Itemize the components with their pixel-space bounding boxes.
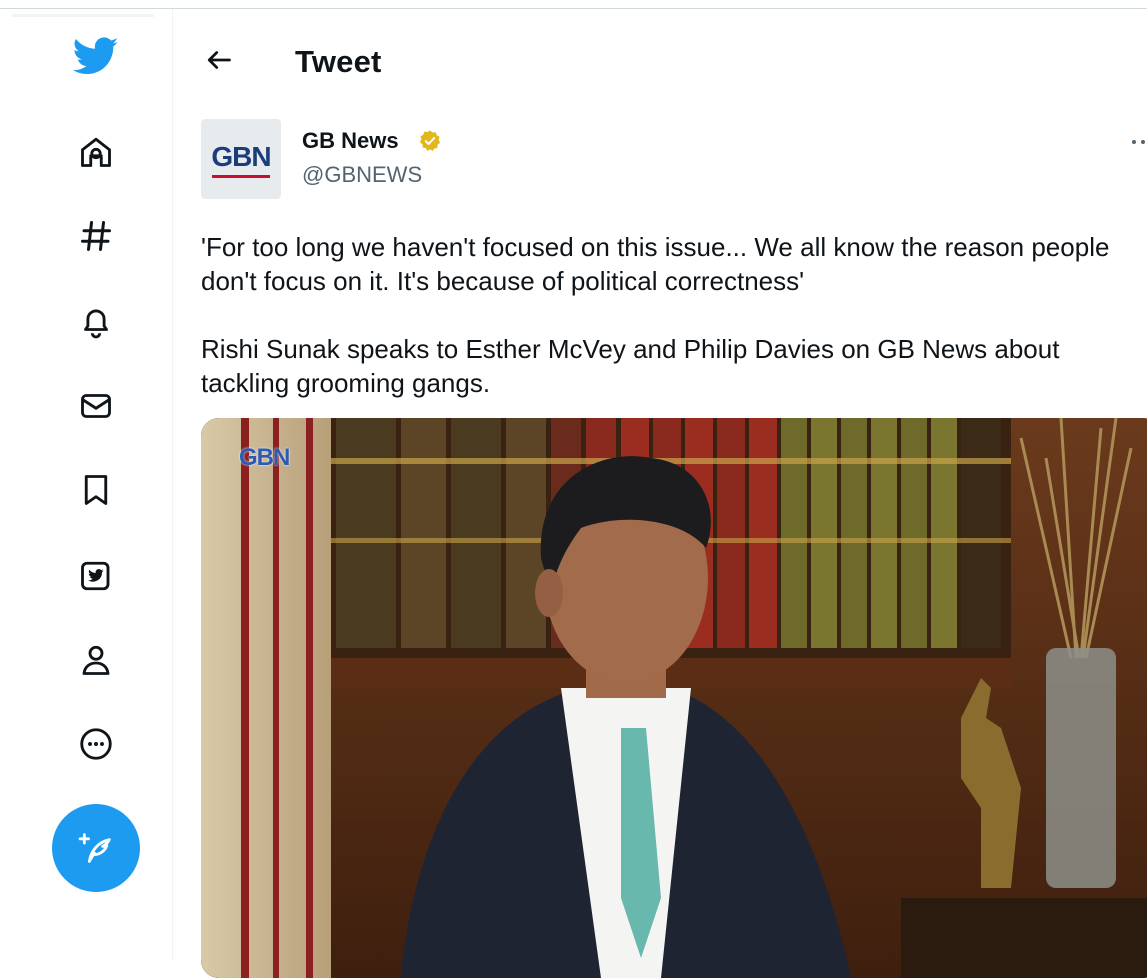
video-watermark-logo: GBN (239, 444, 290, 471)
avatar-logo-stripe (212, 174, 270, 178)
sidebar-nav (0, 0, 172, 960)
avatar-logo-text: GBN (211, 140, 271, 172)
messages-envelope-icon[interactable] (68, 378, 124, 434)
avatar[interactable]: GBN (201, 119, 281, 199)
compose-feather-icon (78, 833, 111, 863)
more-dots-icon (1132, 140, 1145, 144)
tweet-media-video[interactable]: GBN (201, 418, 1147, 978)
twitter-blue-icon[interactable] (68, 548, 124, 604)
back-button[interactable] (201, 42, 237, 78)
compose-tweet-button[interactable] (52, 804, 140, 892)
verified-badge-icon (419, 130, 441, 151)
notifications-bell-icon[interactable] (68, 294, 124, 350)
tweet-more-button[interactable] (1126, 128, 1147, 156)
sidebar-divider (172, 9, 173, 960)
tweet-text: 'For too long we haven't focused on this… (201, 230, 1141, 400)
author-name[interactable]: GB News (302, 128, 399, 154)
back-arrow-icon (207, 51, 231, 69)
twitter-logo-icon[interactable] (68, 28, 124, 84)
more-circle-icon[interactable] (68, 716, 124, 772)
profile-icon[interactable] (68, 632, 124, 688)
home-icon[interactable] (68, 124, 124, 180)
author-handle[interactable]: @GBNEWS (302, 162, 422, 188)
tweet-text-quote: 'For too long we haven't focused on this… (201, 232, 1110, 296)
video-thumbnail (201, 418, 1147, 978)
page-header: Tweet (173, 10, 1147, 100)
explore-hashtag-icon[interactable] (68, 208, 124, 264)
tweet-text-description: Rishi Sunak speaks to Esther McVey and P… (201, 334, 1060, 398)
page-title: Tweet (295, 44, 382, 79)
bookmark-icon[interactable] (68, 462, 124, 518)
